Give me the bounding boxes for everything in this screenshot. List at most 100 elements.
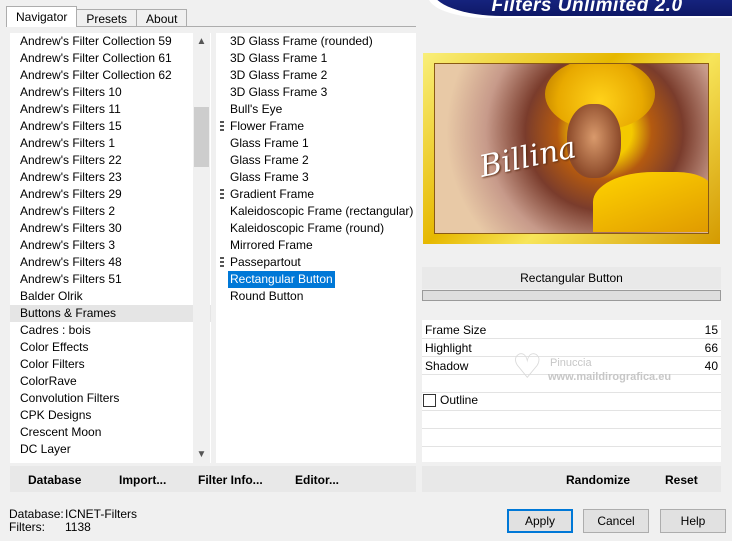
- filter-item-label: Glass Frame 3: [230, 170, 309, 184]
- filter-item-label: Mirrored Frame: [230, 238, 313, 252]
- randomize-button[interactable]: Randomize: [566, 473, 630, 487]
- category-item[interactable]: Andrew's Filter Collection 62: [10, 67, 211, 84]
- filter-item[interactable]: 3D Glass Frame 3: [216, 84, 416, 101]
- cancel-button[interactable]: Cancel: [583, 509, 649, 533]
- database-button[interactable]: Database: [28, 473, 81, 487]
- filter-item-label: Glass Frame 2: [230, 153, 309, 167]
- category-item[interactable]: Andrew's Filters 3: [10, 237, 211, 254]
- category-item[interactable]: Andrew's Filters 23: [10, 169, 211, 186]
- tab-navigator[interactable]: Navigator: [6, 6, 78, 27]
- filter-item[interactable]: Flower Frame: [216, 118, 416, 135]
- category-item[interactable]: ColorRave: [10, 373, 211, 390]
- category-item[interactable]: Andrew's Filters 11: [10, 101, 211, 118]
- param-label: Frame Size: [425, 323, 487, 337]
- category-item[interactable]: Andrew's Filters 48: [10, 254, 211, 271]
- filter-item-label: Kaleidoscopic Frame (rectangular): [230, 204, 414, 218]
- filter-item-label: Kaleidoscopic Frame (round): [230, 221, 385, 235]
- filter-item[interactable]: Kaleidoscopic Frame (round): [216, 220, 416, 237]
- param-shadow[interactable]: Shadow 40: [422, 357, 721, 375]
- category-scrollbar[interactable]: ▲ ▼: [193, 33, 210, 463]
- category-item[interactable]: Andrew's Filter Collection 59: [10, 33, 211, 50]
- param-value[interactable]: 66: [705, 339, 718, 357]
- filter-item[interactable]: 3D Glass Frame 1: [216, 50, 416, 67]
- apply-button[interactable]: Apply: [507, 509, 573, 533]
- param-value[interactable]: 40: [705, 357, 718, 375]
- filter-item[interactable]: Gradient Frame: [216, 186, 416, 203]
- param-highlight[interactable]: Highlight 66: [422, 339, 721, 357]
- category-item[interactable]: Andrew's Filters 10: [10, 84, 211, 101]
- filter-item[interactable]: 3D Glass Frame (rounded): [216, 33, 416, 50]
- scrollbar-thumb[interactable]: [194, 107, 209, 167]
- filter-item-label: 3D Glass Frame 1: [230, 51, 328, 65]
- category-item[interactable]: Color Effects: [10, 339, 211, 356]
- param-value[interactable]: 15: [705, 321, 718, 339]
- category-item[interactable]: Buttons & Frames: [10, 305, 211, 322]
- status-info: Database: ICNET-Filters Filters: 1138: [9, 508, 137, 534]
- filter-item[interactable]: 3D Glass Frame 2: [216, 67, 416, 84]
- chevron-up-icon[interactable]: ▲: [193, 33, 210, 50]
- category-item[interactable]: Andrew's Filters 22: [10, 152, 211, 169]
- filter-item-label: Rectangular Button: [228, 271, 335, 288]
- param-frame-size[interactable]: Frame Size 15: [422, 321, 721, 339]
- reset-button[interactable]: Reset: [665, 473, 698, 487]
- filter-item-label: Flower Frame: [230, 119, 305, 133]
- filter-item[interactable]: Glass Frame 1: [216, 135, 416, 152]
- app-banner: Filters Unlimited 2.0: [432, 0, 732, 16]
- filter-item-label: Gradient Frame: [230, 187, 315, 201]
- filter-item[interactable]: Kaleidoscopic Frame (rectangular): [216, 203, 416, 220]
- progress-bar: [422, 290, 721, 301]
- category-item[interactable]: DC Layer: [10, 441, 211, 458]
- filter-item-label: Glass Frame 1: [230, 136, 309, 150]
- filter-item-label: 3D Glass Frame (rounded): [230, 34, 373, 48]
- tab-presets[interactable]: Presets: [76, 9, 138, 27]
- checkbox-box[interactable]: [423, 393, 436, 407]
- category-item[interactable]: Andrew's Filters 29: [10, 186, 211, 203]
- filter-item-label: 3D Glass Frame 2: [230, 68, 328, 82]
- category-item[interactable]: Crescent Moon: [10, 424, 211, 441]
- preview-coat-shape: [593, 172, 708, 232]
- grip-icon: [220, 121, 224, 132]
- preview-face-shape: [567, 104, 621, 178]
- filter-item[interactable]: Passepartout: [216, 254, 416, 271]
- grip-icon: [220, 189, 224, 200]
- filter-item-label: Passepartout: [230, 255, 301, 269]
- preview-signature: Billina: [476, 130, 580, 185]
- category-item[interactable]: Balder Olrik: [10, 288, 211, 305]
- chevron-down-icon[interactable]: ▼: [193, 446, 210, 463]
- preview-image: Billina: [434, 63, 709, 234]
- category-item[interactable]: Andrew's Filters 51: [10, 271, 211, 288]
- filter-item-label: Bull's Eye: [230, 102, 283, 116]
- category-item[interactable]: Andrew's Filters 2: [10, 203, 211, 220]
- category-list[interactable]: Andrew's Filter Collection 59 Andrew's Fi…: [10, 33, 211, 463]
- tab-about[interactable]: About: [136, 9, 188, 27]
- preview-frame: Billina: [423, 53, 720, 244]
- filter-item[interactable]: Glass Frame 2: [216, 152, 416, 169]
- filter-list[interactable]: 3D Glass Frame (rounded) 3D Glass Frame 1…: [216, 33, 416, 463]
- category-item[interactable]: Andrew's Filter Collection 61: [10, 50, 211, 67]
- category-item[interactable]: Andrew's Filters 30: [10, 220, 211, 237]
- category-item[interactable]: Cadres : bois: [10, 322, 211, 339]
- param-label: Highlight: [425, 341, 472, 355]
- right-action-bar: Randomize Reset: [422, 466, 721, 492]
- category-item[interactable]: Convolution Filters: [10, 390, 211, 407]
- outline-checkbox[interactable]: Outline: [423, 393, 478, 407]
- grip-icon: [220, 257, 224, 268]
- filter-item[interactable]: Round Button: [216, 288, 416, 305]
- editor-button[interactable]: Editor...: [295, 473, 339, 487]
- category-item[interactable]: Andrew's Filters 1: [10, 135, 211, 152]
- category-item[interactable]: Andrew's Filters 15: [10, 118, 211, 135]
- filter-info-button[interactable]: Filter Info...: [198, 473, 263, 487]
- tab-strip: Navigator Presets About: [6, 6, 188, 27]
- import-button[interactable]: Import...: [119, 473, 166, 487]
- filter-item[interactable]: Rectangular Button: [216, 271, 416, 288]
- filter-item[interactable]: Bull's Eye: [216, 101, 416, 118]
- category-item[interactable]: CPK Designs: [10, 407, 211, 424]
- row-divider: [422, 428, 721, 429]
- filter-item[interactable]: Mirrored Frame: [216, 237, 416, 254]
- category-item[interactable]: Color Filters: [10, 356, 211, 373]
- filters-label: Filters:: [9, 520, 45, 534]
- outline-label: Outline: [440, 393, 479, 407]
- filter-item-label: 3D Glass Frame 3: [230, 85, 328, 99]
- filter-item[interactable]: Glass Frame 3: [216, 169, 416, 186]
- help-button[interactable]: Help: [660, 509, 726, 533]
